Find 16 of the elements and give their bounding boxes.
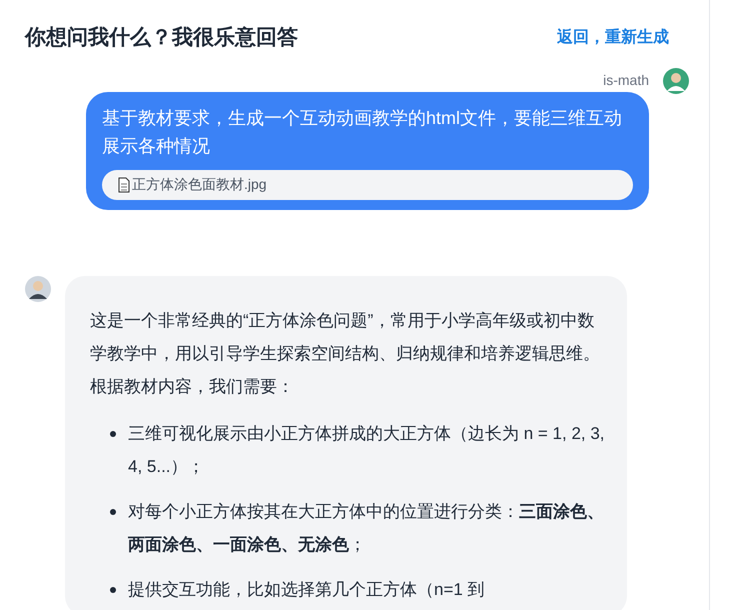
list-item-text: 三维可视化展示由小正方体拼成的大正方体（边长为 n = 1, 2, 3, 4, 5...）；	[128, 422, 606, 478]
avatar-icon	[663, 68, 689, 94]
file-icon	[118, 176, 130, 192]
list-item-text: 提供交互功能，比如选择第几个正方体（n=1 到	[128, 578, 485, 600]
regenerate-link[interactable]: 返回，重新生成	[557, 26, 669, 50]
list-item-text: 对每个小正方体按其在大正方体中的位置进行分类：三面涂色、两面涂色、一面涂色、无涂色；	[128, 500, 605, 556]
bullet-icon	[110, 430, 116, 436]
attachment-name: 正方体涂色面教材.jpg	[132, 175, 267, 194]
attachment-chip[interactable]: 正方体涂色面教材.jpg	[102, 170, 633, 200]
assistant-paragraph: 这是一个非常经典的“正方体涂色问题”，常用于小学高年级或初中数学教学中，用以引导学生探索空间结构、归纳规律和培养逻辑思维。根据教材内容，我们需要：	[90, 310, 601, 398]
username: is-math	[603, 71, 649, 90]
page-title: 你想问我什么？我很乐意回答	[25, 25, 298, 51]
bullet-icon	[110, 508, 116, 514]
avatar-icon	[25, 276, 51, 302]
user-message-text: 基于教材要求，生成一个互动动画教学的html文件，要能三维互动展示各种情况	[102, 106, 624, 158]
bullet-icon	[110, 586, 116, 592]
